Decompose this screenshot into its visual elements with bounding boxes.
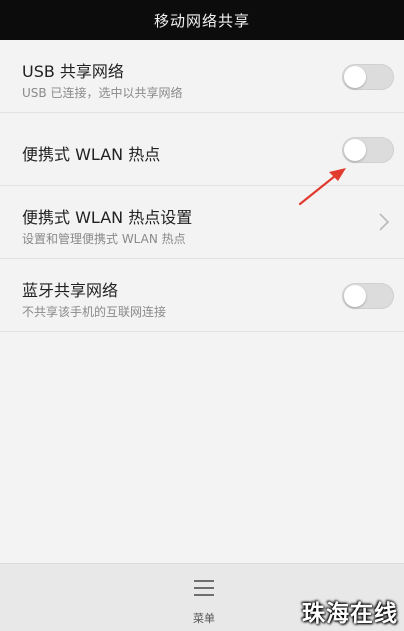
menu-button[interactable]: 菜单 [172, 576, 236, 626]
toggle-knob [344, 139, 366, 161]
red-arrow-annotation [298, 168, 346, 206]
usb-tethering-row[interactable]: USB 共享网络 USB 已连接，选中以共享网络 [0, 40, 404, 113]
wlan-hotspot-settings-title: 便携式 WLAN 热点设置 [22, 208, 193, 227]
hamburger-menu-icon [194, 580, 214, 598]
chevron-right-icon [379, 213, 390, 231]
bluetooth-tethering-toggle[interactable] [342, 283, 394, 309]
page-title: 移动网络共享 [153, 11, 250, 30]
usb-tethering-subtitle: USB 已连接，选中以共享网络 [22, 86, 183, 100]
bluetooth-tethering-row[interactable]: 蓝牙共享网络 不共享该手机的互联网连接 [0, 259, 404, 332]
watermark: 珠海在线 [302, 601, 398, 627]
title-bar: 移动网络共享 [0, 0, 404, 40]
bluetooth-tethering-subtitle: 不共享该手机的互联网连接 [22, 305, 167, 319]
usb-tethering-title: USB 共享网络 [22, 62, 124, 81]
wlan-hotspot-title: 便携式 WLAN 热点 [22, 145, 161, 164]
menu-label: 菜单 [193, 612, 215, 625]
wlan-hotspot-settings-subtitle: 设置和管理便携式 WLAN 热点 [22, 232, 186, 246]
wlan-hotspot-toggle[interactable] [342, 137, 394, 163]
toggle-knob [344, 66, 366, 88]
usb-tethering-toggle[interactable] [342, 64, 394, 90]
toggle-knob [344, 285, 366, 307]
bluetooth-tethering-title: 蓝牙共享网络 [22, 281, 119, 300]
